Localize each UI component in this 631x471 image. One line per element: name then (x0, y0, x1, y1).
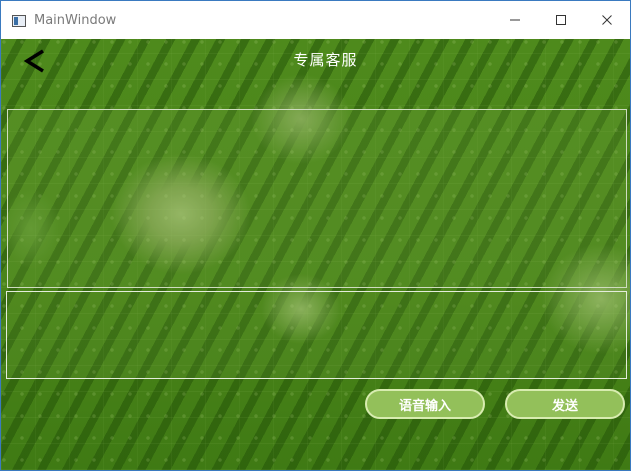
maximize-icon (556, 15, 566, 25)
page-title: 专属客服 (293, 51, 358, 69)
chat-history-area[interactable] (7, 109, 627, 288)
close-icon (602, 15, 612, 25)
window-title: MainWindow (34, 13, 117, 28)
send-button[interactable]: 发送 (505, 389, 625, 419)
minimize-icon (510, 19, 520, 21)
minimize-button[interactable] (492, 1, 538, 39)
voice-input-button[interactable]: 语音输入 (365, 389, 485, 419)
close-button[interactable] (584, 1, 630, 39)
message-input[interactable] (6, 291, 627, 379)
customer-service-panel: 专属客服 语音输入 发送 (1, 39, 630, 470)
app-window-icon (12, 15, 26, 27)
window-titlebar[interactable]: MainWindow (1, 1, 630, 39)
maximize-button[interactable] (538, 1, 584, 39)
main-window: MainWindow 专属客服 语音输入 发送 (0, 0, 631, 471)
